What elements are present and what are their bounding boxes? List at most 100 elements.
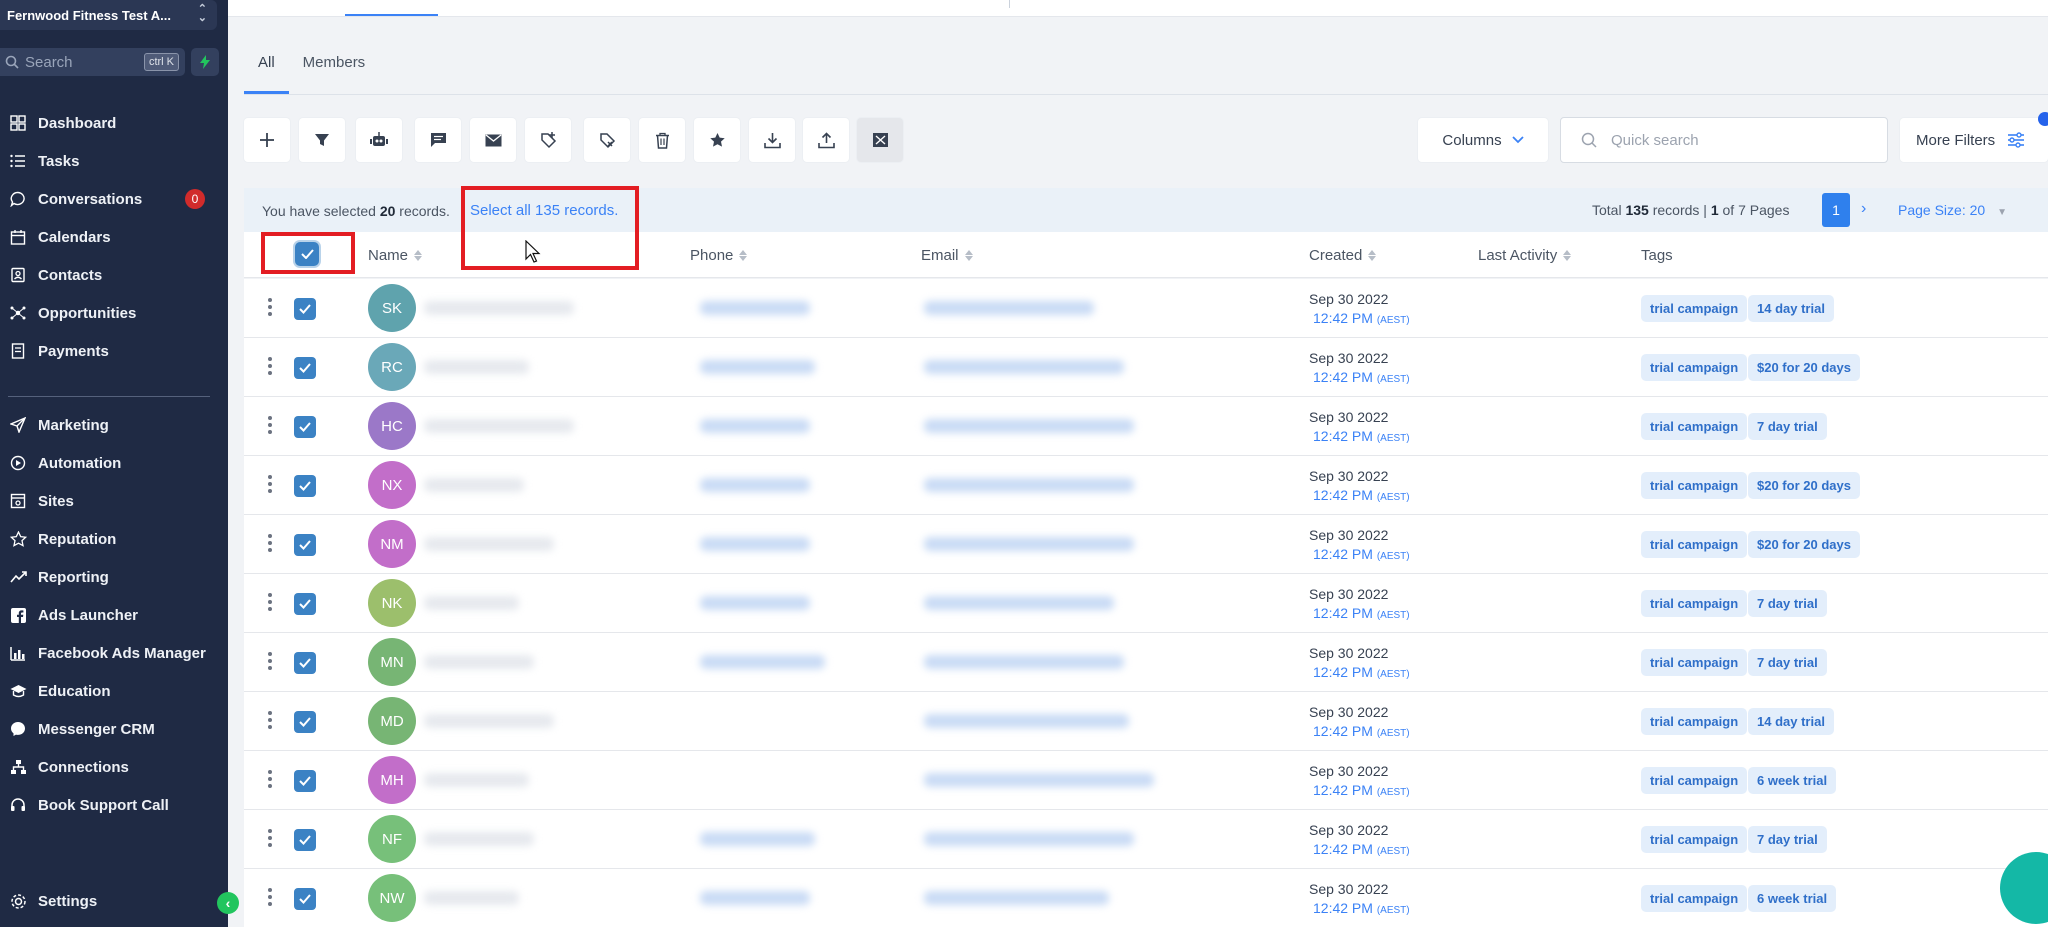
email-button[interactable] bbox=[470, 118, 516, 162]
tag-badge[interactable]: $20 for 20 days bbox=[1748, 472, 1860, 499]
download-button[interactable] bbox=[749, 118, 795, 162]
row-checkbox[interactable] bbox=[294, 416, 316, 438]
robot-button[interactable] bbox=[356, 118, 402, 162]
sidebar-item-reputation[interactable]: Reputation bbox=[8, 526, 116, 552]
tag-badge[interactable]: trial campaign bbox=[1641, 826, 1748, 853]
merge-button[interactable] bbox=[857, 118, 903, 162]
sidebar-item-messenger-crm[interactable]: Messenger CRM bbox=[8, 716, 155, 742]
sidebar-item-facebook-ads-manager[interactable]: Facebook Ads Manager bbox=[8, 640, 206, 666]
table-row[interactable]: MD Sep 30 2022 12:42 PM (AEST) trial campai… bbox=[244, 692, 2048, 751]
row-menu-icon[interactable] bbox=[267, 829, 273, 847]
add-tag-button[interactable] bbox=[525, 118, 571, 162]
column-header-email[interactable]: Email bbox=[921, 247, 973, 264]
tag-badge[interactable]: trial campaign bbox=[1641, 590, 1748, 617]
row-checkbox[interactable] bbox=[294, 652, 316, 674]
table-row[interactable]: NF Sep 30 2022 12:42 PM (AEST) trial campai… bbox=[244, 810, 2048, 869]
row-checkbox[interactable] bbox=[294, 888, 316, 910]
sidebar-item-marketing[interactable]: Marketing bbox=[8, 412, 109, 438]
row-menu-icon[interactable] bbox=[267, 652, 273, 670]
tag-badge[interactable]: trial campaign bbox=[1641, 885, 1748, 912]
sidebar-item-sites[interactable]: Sites bbox=[8, 488, 74, 514]
sidebar-item-reporting[interactable]: Reporting bbox=[8, 564, 109, 590]
tag-badge[interactable]: trial campaign bbox=[1641, 649, 1748, 676]
sidebar-item-ads-launcher[interactable]: Ads Launcher bbox=[8, 602, 138, 628]
tag-badge[interactable]: 7 day trial bbox=[1748, 590, 1827, 617]
table-row[interactable]: NW Sep 30 2022 12:42 PM (AEST) trial campai… bbox=[244, 869, 2048, 927]
sidebar-item-opportunities[interactable]: Opportunities bbox=[8, 300, 136, 326]
quick-search[interactable] bbox=[1560, 117, 1888, 163]
table-row[interactable]: MH Sep 30 2022 12:42 PM (AEST) trial campai… bbox=[244, 751, 2048, 810]
row-menu-icon[interactable] bbox=[267, 298, 273, 316]
sidebar-item-automation[interactable]: Automation bbox=[8, 450, 121, 476]
row-menu-icon[interactable] bbox=[267, 593, 273, 611]
tag-badge[interactable]: trial campaign bbox=[1641, 708, 1748, 735]
row-checkbox[interactable] bbox=[294, 298, 316, 320]
column-header-created[interactable]: Created bbox=[1309, 247, 1377, 264]
page-size-select[interactable]: Page Size: 20 ▼ bbox=[1898, 202, 2007, 218]
sidebar-item-education[interactable]: Education bbox=[8, 678, 111, 704]
tag-badge[interactable]: trial campaign bbox=[1641, 354, 1748, 381]
tag-badge[interactable]: 6 week trial bbox=[1748, 767, 1837, 794]
columns-button[interactable]: Columns bbox=[1418, 118, 1548, 162]
tag-badge[interactable]: trial campaign bbox=[1641, 531, 1748, 558]
next-page-button[interactable]: › bbox=[1861, 200, 1866, 218]
trash-button[interactable] bbox=[639, 118, 685, 162]
tag-badge[interactable]: $20 for 20 days bbox=[1748, 531, 1860, 558]
tag-badge[interactable]: 7 day trial bbox=[1748, 826, 1827, 853]
row-checkbox[interactable] bbox=[294, 357, 316, 379]
row-menu-icon[interactable] bbox=[267, 711, 273, 729]
row-menu-icon[interactable] bbox=[267, 357, 273, 375]
tag-badge[interactable]: 14 day trial bbox=[1748, 708, 1834, 735]
row-menu-icon[interactable] bbox=[267, 770, 273, 788]
row-checkbox[interactable] bbox=[294, 829, 316, 851]
tag-badge[interactable]: 7 day trial bbox=[1748, 649, 1827, 676]
table-row[interactable]: NK Sep 30 2022 12:42 PM (AEST) trial campai… bbox=[244, 574, 2048, 633]
select-all-checkbox[interactable] bbox=[295, 242, 319, 266]
filter-button[interactable] bbox=[299, 118, 345, 162]
table-row[interactable]: NX Sep 30 2022 12:42 PM (AEST) trial campai… bbox=[244, 456, 2048, 515]
tag-badge[interactable]: trial campaign bbox=[1641, 472, 1748, 499]
row-menu-icon[interactable] bbox=[267, 888, 273, 906]
sidebar-item-settings[interactable]: Settings bbox=[8, 888, 97, 914]
quick-search-input[interactable] bbox=[1611, 131, 1871, 149]
table-row[interactable]: NM Sep 30 2022 12:42 PM (AEST) trial campai… bbox=[244, 515, 2048, 574]
tab-all[interactable]: All bbox=[244, 52, 289, 94]
quick-action-button[interactable] bbox=[191, 48, 219, 76]
table-row[interactable]: RC Sep 30 2022 12:42 PM (AEST) trial campai… bbox=[244, 338, 2048, 397]
more-filters-button[interactable]: More Filters bbox=[1900, 118, 2048, 162]
tag-badge[interactable]: trial campaign bbox=[1641, 295, 1748, 322]
table-row[interactable]: MN Sep 30 2022 12:42 PM (AEST) trial campai… bbox=[244, 633, 2048, 692]
column-header-phone[interactable]: Phone bbox=[690, 247, 748, 264]
column-header-last-activity[interactable]: Last Activity bbox=[1478, 247, 1572, 264]
sidebar-item-contacts[interactable]: Contacts bbox=[8, 262, 102, 288]
sms-button[interactable] bbox=[415, 118, 461, 162]
upload-button[interactable] bbox=[803, 118, 849, 162]
row-checkbox[interactable] bbox=[294, 770, 316, 792]
star-button[interactable] bbox=[694, 118, 740, 162]
sidebar-search[interactable]: Search ctrl K bbox=[0, 48, 185, 76]
sidebar-item-book-support-call[interactable]: Book Support Call bbox=[8, 792, 169, 818]
sidebar-item-calendars[interactable]: Calendars bbox=[8, 224, 111, 250]
row-checkbox[interactable] bbox=[294, 711, 316, 733]
row-menu-icon[interactable] bbox=[267, 475, 273, 493]
sidebar-item-payments[interactable]: Payments bbox=[8, 338, 109, 364]
select-all-records-link[interactable]: Select all 135 records. bbox=[470, 202, 618, 219]
row-checkbox[interactable] bbox=[294, 534, 316, 556]
add-button[interactable] bbox=[244, 118, 290, 162]
tag-badge[interactable]: 14 day trial bbox=[1748, 295, 1834, 322]
tab-members[interactable]: Members bbox=[289, 52, 380, 94]
table-row[interactable]: SK Sep 30 2022 12:42 PM (AEST) trial campai… bbox=[244, 279, 2048, 338]
sidebar-item-tasks[interactable]: Tasks bbox=[8, 148, 79, 174]
sidebar-item-conversations[interactable]: Conversations bbox=[8, 186, 142, 212]
sidebar-item-connections[interactable]: Connections bbox=[8, 754, 129, 780]
row-menu-icon[interactable] bbox=[267, 534, 273, 552]
table-row[interactable]: HC Sep 30 2022 12:42 PM (AEST) trial campai… bbox=[244, 397, 2048, 456]
page-1-button[interactable]: 1 bbox=[1822, 193, 1850, 227]
row-checkbox[interactable] bbox=[294, 593, 316, 615]
tag-badge[interactable]: 7 day trial bbox=[1748, 413, 1827, 440]
sidebar-item-dashboard[interactable]: Dashboard bbox=[8, 110, 116, 136]
tag-badge[interactable]: trial campaign bbox=[1641, 767, 1748, 794]
row-menu-icon[interactable] bbox=[267, 416, 273, 434]
row-checkbox[interactable] bbox=[294, 475, 316, 497]
account-switcher[interactable]: Fernwood Fitness Test A... ⌃ ⌄ bbox=[0, 0, 217, 30]
